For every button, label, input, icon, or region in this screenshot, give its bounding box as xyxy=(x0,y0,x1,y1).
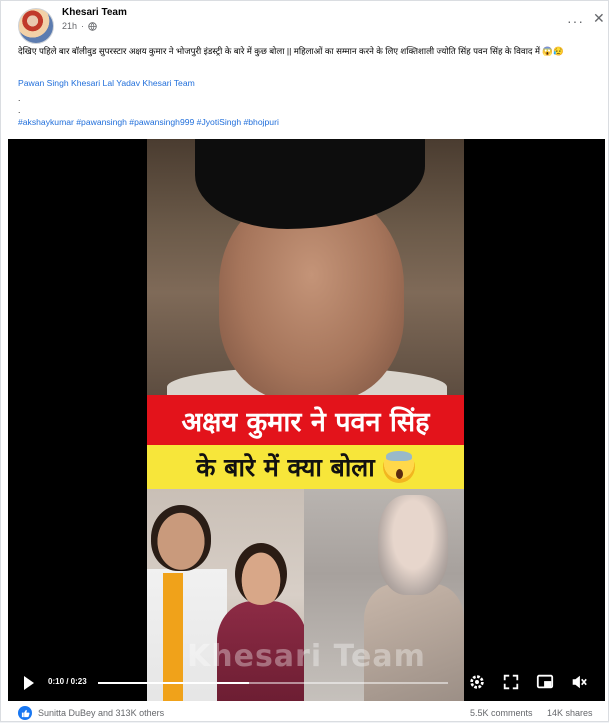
scream-emoji-icon xyxy=(382,451,415,483)
video-controls: 0:10 / 0:23 xyxy=(8,666,605,701)
author-name[interactable]: Khesari Team xyxy=(62,7,127,18)
play-icon[interactable] xyxy=(24,676,34,690)
shares-count[interactable]: 14K shares xyxy=(547,708,593,718)
globe-icon xyxy=(88,21,97,31)
settings-icon[interactable] xyxy=(468,673,486,691)
man-head-shape xyxy=(151,505,211,571)
reactions-summary[interactable]: Sunitta DuBey and 313K others xyxy=(38,708,164,718)
post-footer: Sunitta DuBey and 313K others 5.5K comme… xyxy=(1,701,609,723)
picture-in-picture-icon[interactable] xyxy=(536,673,554,691)
video-player[interactable]: अक्षय कुमार ने पवन सिंह के बारे में क्या… xyxy=(8,139,605,701)
author-avatar[interactable] xyxy=(18,8,54,44)
like-reaction-icon[interactable] xyxy=(18,706,32,720)
hashtags-link[interactable]: #akshaykumar #pawansingh #pawansingh999 … xyxy=(18,117,279,127)
post-time[interactable]: 21h xyxy=(62,21,77,31)
crying-figure-shape xyxy=(378,495,448,595)
woman-head-shape xyxy=(235,543,287,605)
post-meta: 21h · xyxy=(62,21,97,31)
video-progress-fill xyxy=(98,682,249,684)
video-banner-red: अक्षय कुमार ने पवन सिंह xyxy=(147,395,464,445)
caption-dot-2: . xyxy=(18,105,21,115)
mentions-link[interactable]: Pawan Singh Khesari Lal Yadav Khesari Te… xyxy=(18,78,195,88)
mute-icon[interactable] xyxy=(570,673,588,691)
fullscreen-icon[interactable] xyxy=(502,673,520,691)
post-caption: देखिए पहिले बार बॉलीवुड सुपरस्टार अक्षय … xyxy=(18,46,564,56)
facebook-post: Khesari Team 21h · ··· ✕ देखिए पहिले बार… xyxy=(0,0,609,722)
banner-line-1: अक्षय कुमार ने पवन सिंह xyxy=(181,406,430,438)
video-progress-bar[interactable] xyxy=(98,682,448,684)
video-face-shot xyxy=(147,139,464,407)
separator-dot: · xyxy=(81,21,85,31)
caption-dot-1: . xyxy=(18,93,21,103)
close-icon[interactable]: ✕ xyxy=(593,10,605,27)
video-time: 0:10 / 0:23 xyxy=(48,677,87,686)
comments-count[interactable]: 5.5K comments xyxy=(470,708,533,718)
video-banner-yellow: के बारे में क्या बोला xyxy=(147,445,464,489)
video-frame: अक्षय कुमार ने पवन सिंह के बारे में क्या… xyxy=(147,139,464,701)
thumbs-up-icon xyxy=(21,709,30,717)
cap-shape xyxy=(195,139,425,229)
more-options-icon[interactable]: ··· xyxy=(567,13,584,29)
banner-line-2: के बारे में क्या बोला xyxy=(196,453,375,482)
